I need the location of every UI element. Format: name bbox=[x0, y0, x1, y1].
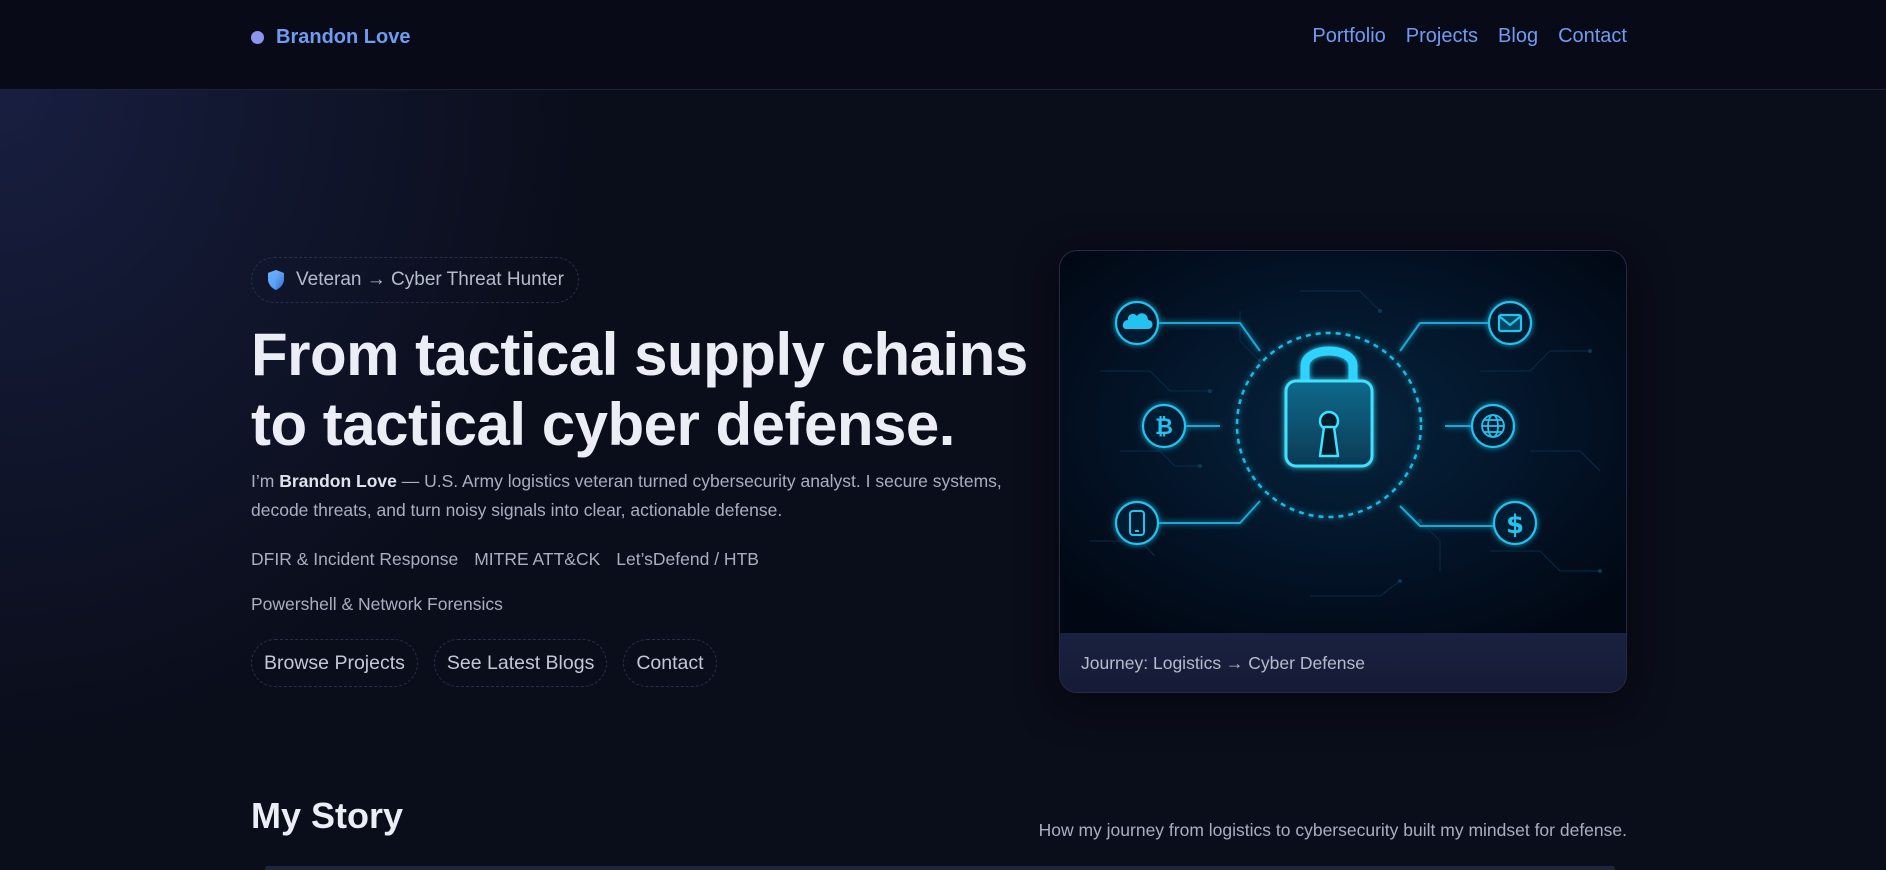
browse-projects-button[interactable]: Browse Projects bbox=[251, 639, 418, 687]
hero-badge: Veteran → Cyber Threat Hunter bbox=[251, 257, 579, 303]
skills-row: DFIR & Incident Response MITRE ATT&CK Le… bbox=[251, 549, 759, 570]
story-title: My Story bbox=[251, 795, 404, 836]
story-subtitle: How my journey from logistics to cyberse… bbox=[1038, 820, 1627, 840]
nav-link-portfolio[interactable]: Portfolio bbox=[1312, 25, 1385, 48]
hero-badge-label: Veteran → Cyber Threat Hunter bbox=[296, 269, 564, 290]
hero-title-line-2: to tactical cyber defense. bbox=[251, 391, 955, 458]
hero-card: ₿ $ Journey: Logistics → Cyber Defense bbox=[1059, 250, 1627, 693]
cyber-lock-illustration: ₿ $ bbox=[1060, 251, 1626, 633]
mail-icon bbox=[1497, 313, 1523, 333]
brand[interactable]: Brandon Love bbox=[251, 26, 410, 49]
nav-link-projects[interactable]: Projects bbox=[1406, 25, 1478, 48]
intro-name: Brandon Love bbox=[279, 471, 397, 491]
brand-name[interactable]: Brandon Love bbox=[276, 26, 410, 49]
nav-link-blog[interactable]: Blog bbox=[1498, 25, 1538, 48]
hero-title-line-1: From tactical supply chains bbox=[251, 321, 1028, 388]
nav-link-contact[interactable]: Contact bbox=[1558, 25, 1627, 48]
hero-title: From tactical supply chains to tactical … bbox=[251, 320, 1041, 460]
contact-button[interactable]: Contact bbox=[623, 639, 717, 687]
dollar-icon: $ bbox=[1506, 510, 1524, 540]
hero-actions: Browse Projects See Latest Blogs Contact bbox=[251, 639, 717, 687]
skill-tag: Let’sDefend / HTB bbox=[616, 549, 759, 569]
bitcoin-icon: ₿ bbox=[1155, 415, 1173, 440]
top-navbar: Brandon Love Portfolio Projects Blog Con… bbox=[0, 0, 1886, 90]
skills-row: Powershell & Network Forensics bbox=[251, 594, 503, 615]
story-divider bbox=[265, 866, 1615, 870]
hero-intro: I’m Brandon Love — U.S. Army logistics v… bbox=[251, 467, 1021, 525]
skill-tag: DFIR & Incident Response bbox=[251, 549, 459, 569]
hero-card-caption: Journey: Logistics → Cyber Defense bbox=[1060, 633, 1626, 692]
skill-tag: Powershell & Network Forensics bbox=[251, 594, 503, 614]
skill-tag: MITRE ATT&CK bbox=[474, 549, 601, 569]
brand-dot-icon bbox=[251, 31, 264, 44]
shield-icon bbox=[268, 270, 284, 290]
intro-prefix: I’m bbox=[251, 471, 280, 491]
see-latest-blogs-button[interactable]: See Latest Blogs bbox=[433, 639, 608, 687]
nav-links: Portfolio Projects Blog Contact bbox=[1312, 25, 1627, 48]
